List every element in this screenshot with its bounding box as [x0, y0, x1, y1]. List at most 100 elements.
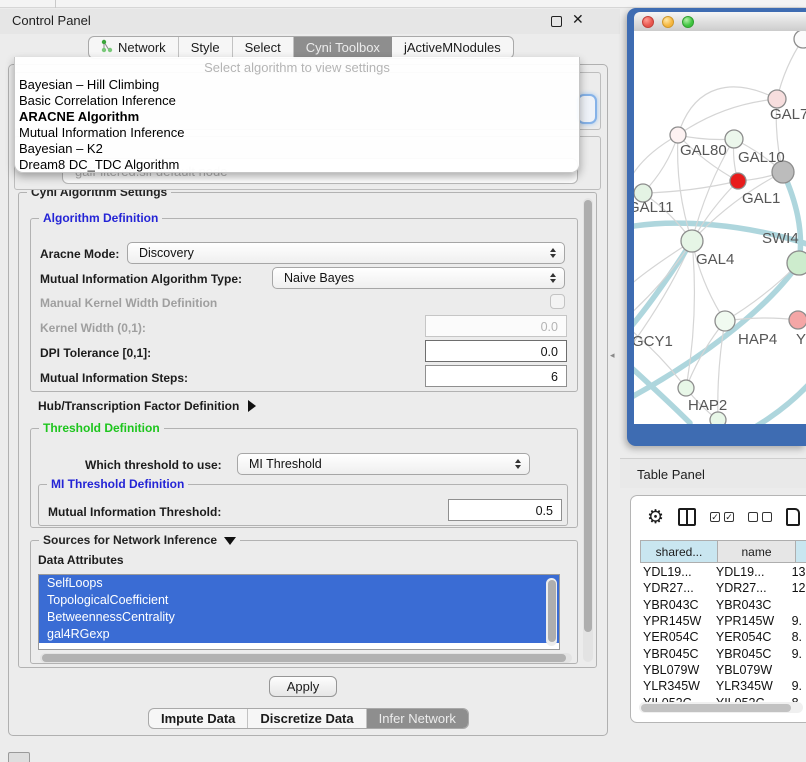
table-cell: 8.: [792, 630, 806, 644]
network-node-label: GAL80: [680, 142, 727, 159]
table-row[interactable]: YBR043CYBR043C: [640, 597, 806, 613]
minimize-traffic-light[interactable]: [662, 16, 674, 28]
table-row[interactable]: YBR045CYBR045C9.: [640, 645, 806, 661]
network-canvas[interactable]: GAL7GAL80GAL10GAL1GAL11GAL4SWI4HAP4YGCY1…: [634, 31, 806, 424]
network-edge-highlight[interactable]: [634, 241, 692, 337]
algorithm-option[interactable]: Mutual Information Inference: [15, 125, 579, 141]
data-attribute-item[interactable]: TopologicalCoefficient: [39, 592, 559, 609]
manual-kernel-checkbox[interactable]: [550, 294, 565, 309]
network-node-swi4[interactable]: [787, 251, 806, 275]
network-edge[interactable]: [678, 87, 777, 135]
which-threshold-combobox[interactable]: MI Threshold: [237, 453, 530, 475]
table-cell: 9.: [792, 614, 806, 628]
tab-style[interactable]: Style: [179, 37, 233, 58]
table-toolbar: ⚙ ✓ ✓: [631, 502, 806, 532]
table-cell: YPR145W: [640, 614, 714, 628]
float-panel-icon[interactable]: [551, 16, 562, 27]
attr-list-hscrollbar-thumb[interactable]: [42, 654, 566, 662]
table-cell: YBR045C: [714, 647, 792, 661]
algorithm-option[interactable]: Dream8 DC_TDC Algorithm: [15, 157, 579, 173]
tab-impute-data[interactable]: Impute Data: [149, 709, 248, 728]
select-all-checkboxes-icon[interactable]: ✓ ✓: [710, 512, 734, 522]
mi-threshold-field[interactable]: 0.5: [448, 499, 562, 521]
network-graph[interactable]: GAL7GAL80GAL10GAL1GAL11GAL4SWI4HAP4YGCY1…: [634, 31, 806, 424]
table-cell: YBL079W: [714, 663, 792, 677]
table-cell: 12: [792, 581, 806, 595]
network-edge-highlight[interactable]: [783, 172, 801, 263]
gear-icon[interactable]: ⚙: [647, 508, 664, 527]
algorithm-option[interactable]: Basic Correlation Inference: [15, 93, 579, 109]
tab-discretize-data[interactable]: Discretize Data: [248, 709, 366, 728]
apply-button[interactable]: Apply: [269, 676, 337, 697]
control-panel-titlebar: Control Panel ✕: [0, 9, 620, 34]
tab-infer-network[interactable]: Infer Network: [367, 709, 468, 728]
close-icon[interactable]: ✕: [572, 11, 584, 28]
network-node-label: SWI4: [762, 230, 799, 247]
table-hscrollbar-thumb[interactable]: [641, 704, 791, 712]
table-row[interactable]: YDL19...YDL19...13: [640, 564, 806, 580]
minimized-panel-icon[interactable]: [8, 752, 30, 762]
network-edge[interactable]: [777, 39, 803, 99]
tab-cyni-toolbox[interactable]: Cyni Toolbox: [294, 37, 392, 58]
sources-title[interactable]: Sources for Network Inference: [39, 533, 240, 547]
close-traffic-light[interactable]: [642, 16, 654, 28]
aracne-mode-combobox[interactable]: Discovery: [127, 242, 565, 264]
network-window-titlebar[interactable]: [634, 12, 806, 31]
network-node-gal10[interactable]: [725, 130, 743, 148]
network-node-label: GAL11: [634, 199, 674, 216]
splitpane-arrow-icon[interactable]: ◂: [610, 350, 615, 361]
network-edge[interactable]: [678, 99, 777, 135]
document-icon[interactable]: [786, 508, 800, 526]
data-attribute-item[interactable]: BetweennessCentrality: [39, 609, 559, 626]
table-row[interactable]: YPR145WYPR145W9.: [640, 613, 806, 629]
data-attributes-list[interactable]: SelfLoopsTopologicalCoefficientBetweenne…: [38, 574, 560, 650]
mi-type-combobox[interactable]: Naive Bayes: [272, 267, 565, 289]
algorithm-option[interactable]: ARACNE Algorithm: [15, 109, 579, 125]
data-attribute-item[interactable]: SelfLoops: [39, 575, 559, 592]
algorithm-option[interactable]: Bayesian – Hill Climbing: [15, 77, 579, 93]
attr-list-scrollbar-thumb[interactable]: [548, 580, 556, 642]
network-node-gal4[interactable]: [681, 230, 703, 252]
table-cell: YLR345W: [714, 679, 792, 693]
network-edge-highlight[interactable]: [726, 383, 806, 424]
focused-button[interactable]: [577, 94, 597, 124]
network-edge[interactable]: [643, 181, 738, 193]
tab-jactivemnodules[interactable]: jActiveMNodules: [392, 37, 513, 58]
combobox-value: Naive Bayes: [284, 271, 354, 285]
table-column-header[interactable]: A: [796, 540, 806, 563]
algorithm-dropdown-list: Select algorithm to view settings Bayesi…: [14, 57, 580, 173]
network-node-gal80[interactable]: [670, 127, 686, 143]
network-node-salmon[interactable]: [789, 311, 806, 329]
table-row[interactable]: YER054CYER054C8.: [640, 629, 806, 645]
mi-steps-field[interactable]: 6: [425, 365, 567, 387]
network-edge[interactable]: [643, 135, 678, 193]
table-row[interactable]: YBL079WYBL079W: [640, 662, 806, 678]
network-node-hap4[interactable]: [715, 311, 735, 331]
algorithm-option[interactable]: Bayesian – K2: [15, 141, 579, 157]
data-attribute-item[interactable]: gal4RGexp: [39, 626, 559, 643]
settings-scrollbar-thumb[interactable]: [584, 200, 592, 632]
network-edge[interactable]: [725, 318, 798, 321]
table-column-header[interactable]: name: [718, 540, 796, 563]
network-node-edge_top[interactable]: [794, 31, 806, 48]
kernel-width-field[interactable]: 0.0: [425, 315, 567, 337]
network-node-gal1[interactable]: [730, 173, 746, 189]
table-cell: 9.: [792, 679, 806, 693]
zoom-traffic-light[interactable]: [682, 16, 694, 28]
network-view-window[interactable]: GAL7GAL80GAL10GAL1GAL11GAL4SWI4HAP4YGCY1…: [627, 8, 806, 446]
hub-definition-toggle[interactable]: Hub/Transcription Factor Definition: [38, 399, 256, 413]
table-column-header[interactable]: shared...: [640, 540, 718, 563]
network-edge[interactable]: [725, 263, 799, 321]
tab-network[interactable]: Network: [89, 37, 179, 58]
network-node-hap2[interactable]: [678, 380, 694, 396]
deselect-all-checkboxes-icon[interactable]: [748, 512, 772, 522]
table-panel-body: ⚙ ✓ ✓ shared...nameA YDL19...YDL19...13Y…: [630, 495, 806, 723]
table-row[interactable]: YDR27...YDR27...12: [640, 580, 806, 596]
table-cell: YBR043C: [640, 598, 714, 612]
column-layout-icon[interactable]: [678, 508, 696, 526]
tab-select[interactable]: Select: [233, 37, 294, 58]
dpi-tolerance-field[interactable]: 0.0: [425, 340, 567, 362]
unchecked-checkbox-icon: [762, 512, 772, 522]
network-edge[interactable]: [686, 321, 725, 388]
table-row[interactable]: YLR345WYLR345W9.: [640, 678, 806, 694]
